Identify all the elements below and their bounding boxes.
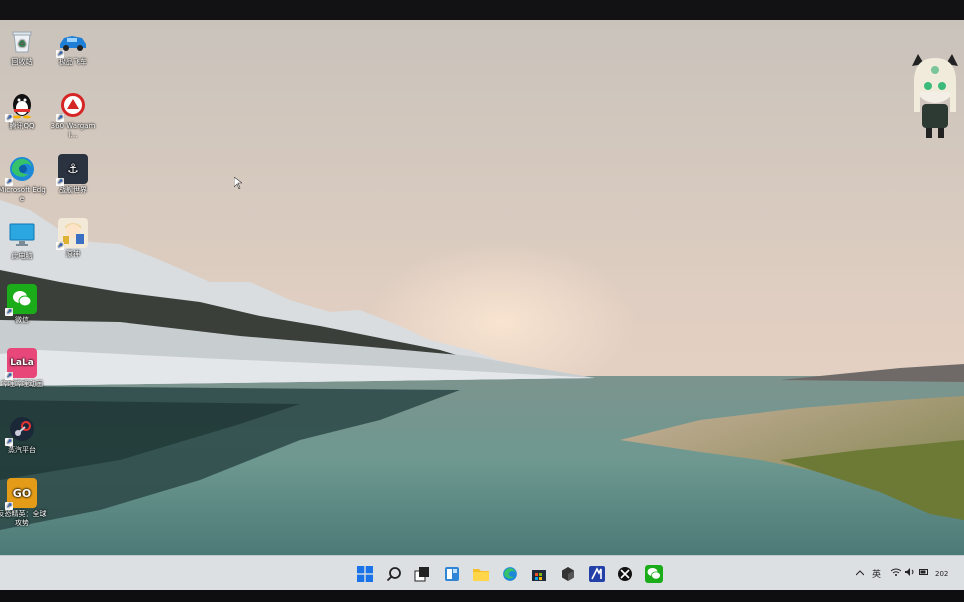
file-explorer-button[interactable]: [471, 564, 491, 584]
desktop-icon-label: 微信: [15, 316, 29, 324]
desktop-icon-edge[interactable]: ↗ Microsoft Edge: [0, 154, 47, 204]
desktop-icon-qq[interactable]: ↗ 腾讯QQ: [0, 90, 47, 131]
xbox-icon: [618, 567, 632, 581]
desktop-screen: ♻ 回收站 ↗ 腾讯QQ ↗ Microsoft Edge 此电脑 ↗ 微信 L…: [0, 20, 964, 590]
battery-icon[interactable]: [919, 568, 929, 579]
shortcut-arrow-icon: ↗: [5, 308, 13, 316]
desktop-icon-warships[interactable]: ⚓ ↗ 战舰世界: [48, 154, 98, 195]
desktop-icon-lala[interactable]: LaLa ↗ 哔哩哔哩动画: [0, 348, 47, 389]
wechat-icon: ↗: [5, 284, 37, 316]
desktop-icon-wargaming[interactable]: ↗ 360 Wargami...: [48, 90, 98, 140]
genshin-character-icon: ↗: [56, 218, 88, 250]
store-button[interactable]: [529, 564, 549, 584]
shortcut-arrow-icon: ↗: [5, 438, 13, 446]
start-button[interactable]: [355, 564, 375, 584]
desktop-icon-csgo[interactable]: GO ↗ 反恐精英：全球攻势: [0, 478, 47, 528]
desktop-icon-label: 战舰世界: [59, 186, 87, 194]
desktop-icon-steam[interactable]: ↗ 蒸汽平台: [0, 414, 47, 455]
mouse-cursor-icon: [234, 177, 242, 189]
desktop-icon-recycle-bin[interactable]: ♻ 回收站: [0, 26, 47, 67]
volume-icon[interactable]: [905, 568, 915, 579]
wechat-icon: [645, 565, 663, 583]
store-bag-icon: [532, 570, 546, 581]
app-cube-button[interactable]: [558, 564, 578, 584]
app-blue-button[interactable]: [587, 564, 607, 584]
search-button[interactable]: [384, 564, 404, 584]
widgets-icon: [445, 567, 459, 581]
wechat-taskbar-button[interactable]: [644, 564, 664, 584]
desktop-icon-label: 反恐精英：全球攻势: [0, 510, 47, 527]
xbox-button[interactable]: [615, 564, 635, 584]
desktop-icon-racing[interactable]: ↗ 极品飞车: [48, 26, 98, 67]
desktop-icon-label: 哔哩哔哩动画: [1, 380, 43, 388]
anchor-shield-icon: ⚓ ↗: [56, 154, 88, 186]
desktop-icon-label: 原神: [66, 250, 80, 258]
desktop-icon-wechat[interactable]: ↗ 微信: [0, 284, 47, 325]
wargaming-icon: ↗: [56, 90, 88, 122]
system-tray: 英 202: [855, 556, 964, 590]
input-method-indicator[interactable]: 英: [872, 567, 881, 580]
desktop-icon-label: 极品飞车: [59, 58, 87, 66]
widgets-button[interactable]: [442, 564, 462, 584]
race-car-icon: ↗: [56, 26, 88, 58]
desktop-icon-genshin[interactable]: ↗ 原神: [48, 218, 98, 259]
lala-logo-text: LaLa: [10, 357, 34, 368]
monitor-bezel-bottom: [0, 590, 964, 602]
desktop-icon-label: 此电脑: [11, 252, 33, 260]
clock-date[interactable]: 202: [935, 570, 948, 578]
desktop-icon-this-pc[interactable]: 此电脑: [0, 220, 47, 261]
desktop-icon-label: 360 Wargami...: [50, 122, 96, 139]
desktop-icon-label: 回收站: [11, 58, 33, 66]
monitor-bezel-top: [0, 0, 964, 20]
blue-app-icon: [589, 566, 605, 582]
search-icon: [386, 567, 401, 582]
shortcut-arrow-icon: ↗: [56, 50, 64, 58]
desktop-mascot-widget[interactable]: [906, 52, 964, 142]
desktop-icon-label: 蒸汽平台: [8, 446, 36, 454]
svg-text:♻: ♻: [18, 40, 26, 50]
lala-app-icon: LaLa ↗: [5, 348, 37, 380]
shortcut-arrow-icon: ↗: [5, 372, 13, 380]
shortcut-arrow-icon: ↗: [5, 178, 13, 186]
qq-penguin-icon: ↗: [5, 90, 37, 122]
show-hidden-icons-chevron-icon[interactable]: [855, 569, 865, 579]
csgo-logo-text: GO: [12, 486, 32, 500]
shortcut-arrow-icon: ↗: [56, 178, 64, 186]
shortcut-arrow-icon: ↗: [5, 502, 13, 510]
shortcut-arrow-icon: ↗: [56, 114, 64, 122]
desktop-icon-label: 腾讯QQ: [9, 122, 35, 130]
steam-icon: ↗: [5, 414, 37, 446]
wifi-icon[interactable]: [890, 568, 902, 579]
shortcut-arrow-icon: ↗: [5, 114, 13, 122]
csgo-icon: GO ↗: [5, 478, 37, 510]
desktop-icon-label: Microsoft Edge: [0, 186, 46, 203]
task-view-icon: [414, 567, 429, 582]
task-view-button[interactable]: [412, 564, 432, 584]
shortcut-arrow-icon: ↗: [56, 242, 64, 250]
edge-browser-icon: [503, 567, 517, 581]
recycle-bin-icon: ♻: [7, 26, 37, 56]
cube-app-icon: [562, 567, 574, 581]
edge-browser-icon: ↗: [5, 154, 37, 186]
taskbar: 英 202: [0, 555, 964, 590]
anchor-glyph: ⚓: [67, 161, 79, 177]
folder-icon: [473, 569, 489, 581]
computer-monitor-icon: [7, 220, 37, 250]
desktop-wallpaper: [0, 20, 964, 590]
windows-start-icon: [357, 566, 373, 582]
edge-taskbar-button[interactable]: [500, 564, 520, 584]
